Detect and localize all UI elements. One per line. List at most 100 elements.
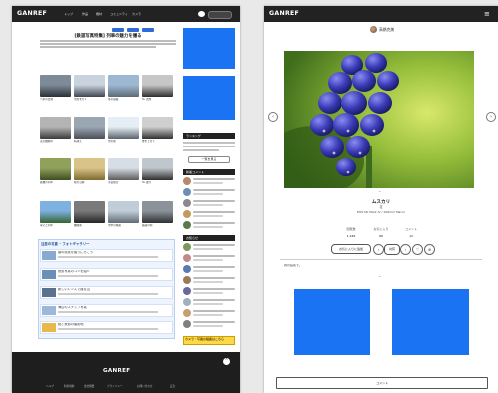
nav-item-community[interactable]: コミュニティ — [110, 12, 128, 16]
footer-link-terms[interactable]: 利用規約 — [64, 384, 74, 388]
sidebar-row-text — [193, 255, 235, 257]
avatar — [183, 287, 191, 295]
gallery-caption[interactable]: 煙を上げて — [142, 140, 175, 143]
site-logo[interactable]: GANREF — [17, 10, 47, 17]
sidebar-row[interactable] — [183, 265, 235, 274]
gallery-thumb[interactable] — [142, 158, 173, 180]
main-photo[interactable] — [284, 51, 474, 188]
footer-link-privacy[interactable]: プライバシー — [107, 384, 123, 388]
gallery-thumb[interactable] — [74, 201, 105, 223]
gallery-caption[interactable]: SL 黒煙 — [142, 98, 175, 101]
sidebar-row-meta — [193, 313, 223, 316]
gallery-thumb[interactable] — [40, 158, 71, 180]
sidebar-row[interactable] — [183, 199, 235, 208]
gallery-caption[interactable]: 雪の駅 — [108, 140, 141, 143]
gallery-thumb[interactable] — [74, 158, 105, 180]
gallery-thumb[interactable] — [108, 201, 139, 223]
gallery-caption[interactable]: 峠越え — [74, 140, 107, 143]
gallery-thumb[interactable] — [108, 158, 139, 180]
sidebar-heading-news: お知らせ — [183, 235, 235, 241]
add-favorite-button[interactable]: お気に入りに追加 — [331, 244, 371, 254]
expand-caption-icon[interactable]: ⌄ — [378, 273, 381, 278]
gallery-caption[interactable]: 汽車の出発 — [40, 98, 73, 101]
expand-chevron-icon[interactable]: ⌄ — [378, 188, 381, 193]
sidebar-row[interactable] — [183, 309, 235, 318]
tab-feature[interactable] — [142, 28, 154, 32]
tab-gear[interactable] — [127, 28, 139, 32]
feature-card[interactable]: 海辺のスナップ写真 — [40, 304, 173, 317]
gallery-caption[interactable]: 木造駅舎 — [108, 181, 141, 184]
gallery-thumb[interactable] — [108, 75, 139, 97]
footer-link-company[interactable]: 会社概要 — [84, 384, 94, 388]
sidebar-row[interactable] — [183, 188, 235, 197]
gallery-caption[interactable]: 雪原を行く — [74, 98, 107, 101]
gallery-thumb[interactable] — [108, 117, 139, 139]
nav-item-works[interactable]: 作品 — [82, 12, 88, 16]
header-menu-button[interactable] — [208, 11, 232, 19]
sidebar-row-meta — [193, 291, 223, 294]
sidebar-ad-1[interactable] — [183, 28, 235, 69]
sidebar-row[interactable] — [183, 254, 235, 263]
footer-logo[interactable]: GANREF — [103, 368, 130, 374]
gallery-thumb[interactable] — [40, 117, 71, 139]
gallery-thumb[interactable] — [74, 117, 105, 139]
footer-link-contact[interactable]: お問い合わせ — [137, 384, 153, 388]
gallery-caption[interactable]: 秋の沿線 — [74, 181, 107, 184]
gallery-thumb[interactable] — [142, 75, 173, 97]
gallery-thumb[interactable] — [142, 201, 173, 223]
sidebar-row[interactable] — [183, 298, 235, 307]
feature-card[interactable]: 春の風景を撮りに行こう — [40, 249, 173, 262]
sidebar-heading-ranking: ランキング — [183, 133, 235, 139]
scroll-top-icon[interactable]: ⌃ — [223, 358, 230, 365]
gallery-thumb[interactable] — [40, 75, 71, 97]
gallery-caption[interactable]: 青空と列車 — [40, 224, 73, 227]
nav-item-camera[interactable]: カメラ — [132, 12, 141, 16]
nav-item-top[interactable]: トップ — [64, 12, 73, 16]
next-photo-button[interactable]: › — [486, 112, 496, 122]
sidebar-row-meta — [193, 247, 223, 250]
sidebar-ad-2[interactable] — [183, 76, 235, 120]
zoom-icon[interactable]: ⊕ — [424, 244, 435, 255]
feature-card[interactable]: 夜景写真のコツを紹介 — [40, 268, 173, 281]
comment-button[interactable]: コメント — [276, 377, 488, 389]
nav-item-gear[interactable]: 機材 — [96, 12, 102, 16]
sidebar-more-button[interactable]: 一覧を見る — [188, 156, 230, 163]
ad-block-right[interactable] — [392, 289, 469, 355]
avatar — [183, 309, 191, 317]
next-small-icon[interactable]: › — [400, 244, 411, 255]
tab-works[interactable] — [112, 28, 124, 32]
gallery-caption[interactable]: 蒸気機関車 — [40, 140, 73, 143]
sidebar-cta-banner[interactable]: カメラ・写真の相談はこちら — [183, 336, 235, 345]
sidebar-row[interactable] — [183, 210, 235, 219]
gallery-thumb[interactable] — [74, 75, 105, 97]
share-button[interactable]: 共有 — [384, 244, 400, 255]
gallery-thumb[interactable] — [40, 201, 71, 223]
sidebar-row[interactable] — [183, 177, 235, 186]
feature-card[interactable]: 新しいレンズで撮る山 — [40, 286, 173, 299]
gallery-caption[interactable]: 雪中の旅路 — [108, 224, 141, 227]
sidebar-row[interactable] — [183, 221, 235, 230]
gallery-caption[interactable]: SL 運行 — [142, 181, 175, 184]
gallery-caption[interactable]: 冬の鉄路 — [108, 98, 141, 101]
author-name[interactable]: 高橋克美 — [379, 27, 394, 33]
sidebar-row[interactable] — [183, 276, 235, 285]
menu-icon[interactable]: ≡ — [484, 10, 492, 18]
footer-link-help[interactable]: ヘルプ — [46, 384, 54, 388]
gallery-thumb[interactable] — [142, 117, 173, 139]
feature-card[interactable]: 桜と鉄道の撮影地 — [40, 321, 173, 334]
site-logo-mobile[interactable]: GANREF — [269, 10, 299, 17]
author-avatar[interactable] — [370, 26, 377, 33]
prev-photo-button[interactable]: ‹ — [268, 112, 278, 122]
sidebar-row[interactable] — [183, 320, 235, 329]
gallery-caption[interactable]: 機関庫 — [74, 224, 107, 227]
gallery-caption[interactable]: 鉄橋の列車 — [40, 181, 73, 184]
footer-link-ads[interactable]: 広告 — [170, 384, 175, 388]
ad-block-left[interactable] — [294, 289, 370, 355]
sidebar-row[interactable] — [183, 287, 235, 296]
sidebar-row[interactable] — [183, 243, 235, 252]
prev-small-icon[interactable]: ‹ — [373, 244, 384, 255]
user-avatar[interactable] — [198, 11, 205, 17]
like-icon[interactable]: ♡ — [412, 244, 423, 255]
gallery-caption[interactable]: 鉄路の朝 — [142, 224, 175, 227]
feature-box-title: 注目の写真 ─ フォトギャラリー — [41, 242, 90, 246]
